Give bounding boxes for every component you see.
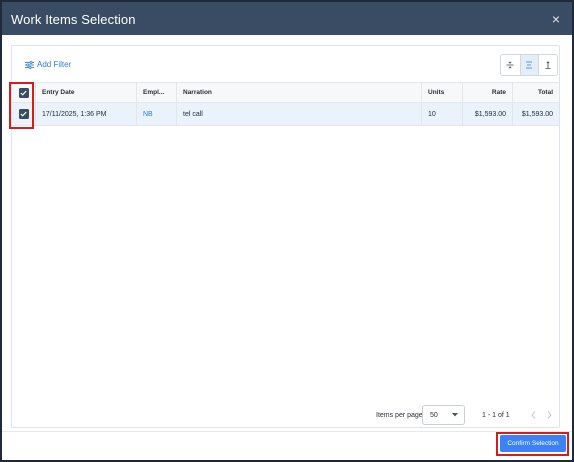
density-comfortable-icon xyxy=(544,56,552,74)
column-header-narration[interactable]: Narration xyxy=(177,83,422,102)
density-standard-icon xyxy=(525,56,533,74)
total-cell: $1,593.00 xyxy=(521,110,553,118)
column-header-entry-date[interactable]: Entry Date xyxy=(36,83,137,102)
row-density-toggle xyxy=(500,54,558,76)
density-standard-button[interactable] xyxy=(519,55,539,75)
table-header-row: Entry Date Empl... Narration Units Rate … xyxy=(12,82,559,103)
density-compact-icon xyxy=(506,56,514,74)
entry-date-cell: 17/11/2025, 1:36 PM xyxy=(36,103,137,125)
employee-cell: NB xyxy=(137,103,177,125)
filter-sliders-icon xyxy=(25,60,34,69)
work-items-table: Entry Date Empl... Narration Units Rate … xyxy=(12,82,559,126)
dialog-header: Work Items Selection × xyxy=(2,2,572,35)
chevron-left-icon[interactable] xyxy=(527,409,539,421)
add-filter-button[interactable]: Add Filter xyxy=(25,60,71,69)
row-select-cell xyxy=(12,103,36,125)
rate-cell: $1,593.00 xyxy=(463,103,513,125)
pagination-bar: Items per page 50 1 - 1 of 1 xyxy=(12,405,559,425)
select-all-cell xyxy=(12,83,36,102)
checkmark-icon xyxy=(20,111,27,117)
caret-down-icon xyxy=(452,412,458,419)
dialog-title: Work Items Selection xyxy=(11,12,136,27)
employee-link[interactable]: NB xyxy=(143,111,153,118)
items-per-page-select[interactable]: 50 xyxy=(422,405,465,425)
density-compact-button[interactable] xyxy=(501,55,520,75)
chevron-right-icon[interactable] xyxy=(543,409,555,421)
row-select-checkbox[interactable] xyxy=(18,109,29,119)
pagination-range: 1 - 1 of 1 xyxy=(482,412,510,419)
add-filter-label: Add Filter xyxy=(37,60,72,69)
column-header-total[interactable]: Total xyxy=(513,83,559,102)
close-icon[interactable]: × xyxy=(548,11,564,27)
confirm-selection-button[interactable]: Confirm Selection xyxy=(500,435,566,452)
column-header-employee[interactable]: Empl... xyxy=(137,83,177,102)
density-comfortable-button[interactable] xyxy=(538,55,557,75)
checkmark-icon xyxy=(20,90,27,96)
column-header-rate[interactable]: Rate xyxy=(463,83,513,102)
footer-divider xyxy=(2,431,572,432)
items-per-page-label: Items per page xyxy=(376,412,423,419)
narration-cell: tel call xyxy=(177,103,422,125)
select-all-checkbox[interactable] xyxy=(18,87,29,98)
units-cell: 10 xyxy=(422,103,463,125)
work-items-panel: Add Filter Entry Date Empl... Narration … xyxy=(11,45,560,428)
column-header-units[interactable]: Units xyxy=(422,83,463,102)
table-row[interactable]: 17/11/2025, 1:36 PM NB tel call 10 $1,59… xyxy=(12,103,559,126)
items-per-page-value: 50 xyxy=(430,411,438,419)
